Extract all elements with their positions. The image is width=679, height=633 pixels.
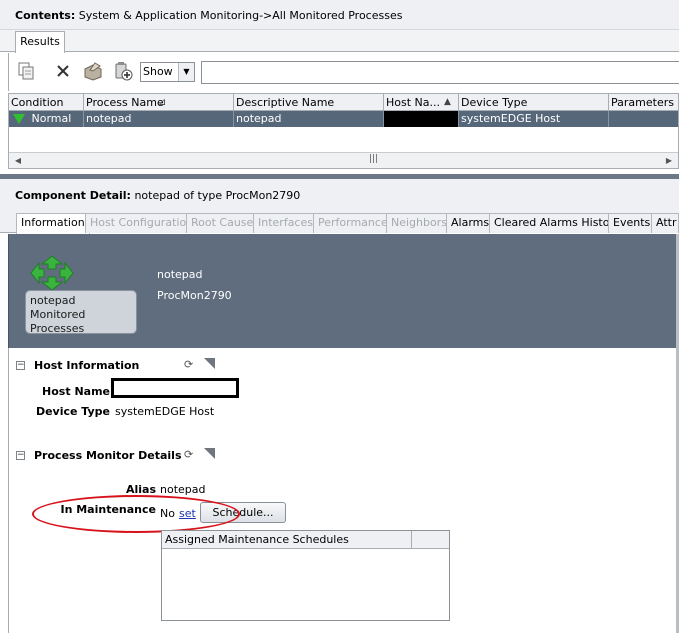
sort-ascending-icon: ▲ [444,97,451,107]
options-menu-icon[interactable] [204,358,215,369]
tab-attributes[interactable]: Attr [651,213,679,233]
collapse-process-monitor-icon[interactable]: − [16,451,25,460]
contents-header: Contents: System & Application Monitorin… [0,0,679,30]
tab-host-configuration: Host Configuration [85,213,199,233]
column-header-process-name[interactable]: Process Name ⊿ [84,94,234,111]
detail-tabstrip: Information Host Configuration Root Caus… [0,211,679,234]
scroll-right-icon[interactable]: ▶ [662,154,676,167]
model-card-name: notepad [30,294,76,307]
tab-events[interactable]: Events [608,213,656,233]
column-header-process-name-label: Process Name [86,96,164,109]
schedules-table-header: Assigned Maintenance Schedules [162,531,449,549]
cell-device-type: systemEDGE Host [459,111,609,127]
results-table: Condition Process Name ⊿ Descriptive Nam… [8,93,679,169]
annotation-circle [32,495,240,533]
options-menu-icon[interactable] [204,448,215,459]
device-type-label: Device Type [35,405,110,418]
column-header-host-name-label: Host Na... [386,96,441,109]
tab-root-cause: Root Cause [186,213,259,233]
contents-label: Contents: [15,9,76,22]
tab-results[interactable]: Results [15,31,65,53]
host-information-title: Host Information [34,359,140,372]
tab-interfaces: Interfaces [253,213,318,233]
show-dropdown-value: Show [143,65,173,78]
model-banner: notepad Monitored Processes notepad Proc… [8,234,679,348]
column-header-condition[interactable]: Condition [9,94,84,111]
tab-performance: Performance [313,213,393,233]
cell-condition: Normal [9,111,84,127]
sort-icon: ⊿ [158,97,167,108]
tab-neighbors: Neighbors [386,213,452,233]
column-header-descriptive-name[interactable]: Descriptive Name [234,94,384,111]
monitored-process-icon [30,255,74,291]
cell-descriptive-name: notepad [234,111,384,127]
add-item-icon[interactable] [112,60,134,82]
alias-value: notepad [160,483,206,496]
edit-icon[interactable] [82,60,104,82]
component-detail-title: Component Detail: notepad of type ProcMo… [15,189,300,202]
process-monitor-title: Process Monitor Details [34,449,182,462]
device-type-value: systemEDGE Host [115,405,215,418]
results-toolbar: Show ▼ [8,53,679,91]
column-header-device-type[interactable]: Device Type [459,94,609,111]
filter-input[interactable] [201,61,679,84]
cell-parameters [609,111,678,127]
scroll-left-icon[interactable]: ◀ [11,154,25,167]
refresh-icon[interactable]: ⟳ [184,448,193,461]
column-header-assigned-schedules[interactable]: Assigned Maintenance Schedules [162,531,412,549]
host-name-redacted [111,378,239,398]
status-normal-icon [13,114,25,124]
chevron-down-icon[interactable]: ▼ [178,63,194,81]
tab-information[interactable]: Information [16,213,90,234]
banner-model-type: ProcMon2790 [157,289,232,302]
table-header: Condition Process Name ⊿ Descriptive Nam… [9,94,678,111]
host-name-label: Host Name [42,385,110,398]
maintenance-schedules-table: Assigned Maintenance Schedules [161,530,450,621]
show-dropdown[interactable]: Show ▼ [140,62,195,82]
banner-model-name: notepad [157,268,203,281]
copy-icon[interactable] [15,60,37,82]
tab-cleared-alarms-history[interactable]: Cleared Alarms History [489,213,626,233]
cell-host-name-redacted [384,111,459,127]
column-header-parameters[interactable]: Parameters [609,94,678,111]
component-detail-subtitle: notepad of type ProcMon2790 [134,189,301,202]
horizontal-scrollbar[interactable]: ◀ ||| ▶ [9,152,678,168]
component-detail-header: Component Detail: notepad of type ProcMo… [0,179,679,211]
condition-text: Normal [31,112,72,125]
collapse-host-information-icon[interactable]: − [16,361,25,370]
model-card-class: Monitored Processes [30,308,86,335]
contents-title: Contents: System & Application Monitorin… [15,9,402,22]
refresh-icon[interactable]: ⟳ [184,358,193,371]
tab-alarms[interactable]: Alarms [446,213,495,233]
contents-path: System & Application Monitoring->All Mon… [78,9,403,22]
column-header-host-name[interactable]: Host Na... ▲ [384,94,459,111]
table-row[interactable]: Normal notepad notepad systemEDGE Host [9,111,678,127]
component-detail-label: Component Detail: [15,189,131,202]
scrollbar-grip-icon[interactable]: ||| [369,154,378,164]
model-card[interactable]: notepad Monitored Processes [25,290,137,335]
results-tabstrip [0,30,679,52]
delete-icon[interactable] [52,60,74,82]
cell-process-name: notepad [84,111,234,127]
